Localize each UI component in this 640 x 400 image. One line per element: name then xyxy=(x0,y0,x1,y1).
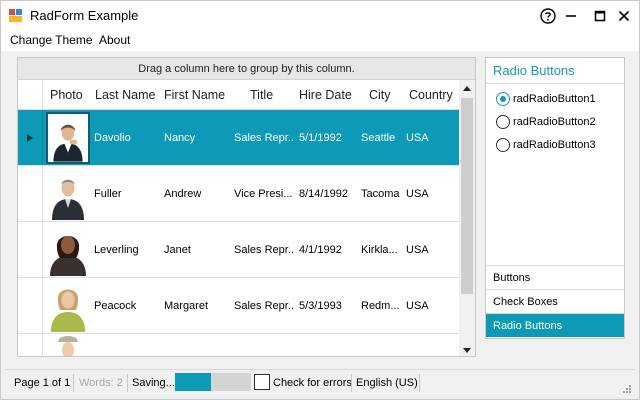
panel-bar: Radio Buttons radRadioButton1 radRadioBu… xyxy=(485,57,625,339)
app-icon xyxy=(9,9,22,22)
column-header-hire-date[interactable]: Hire Date xyxy=(299,80,352,110)
cell-last-name: Davolio xyxy=(94,132,131,144)
row-header[interactable] xyxy=(18,110,43,165)
column-header-city[interactable]: City xyxy=(369,80,391,110)
group-panel[interactable]: Drag a column here to group by this colu… xyxy=(18,58,475,80)
radio-label: radRadioButton1 xyxy=(513,93,596,105)
status-saving: Saving... xyxy=(132,377,175,389)
status-language: English (US) xyxy=(356,377,418,389)
cell-last-name: Peacock xyxy=(94,300,137,312)
employee-photo xyxy=(50,236,86,276)
table-row[interactable]: Peacock Margaret Sales Repr... 5/3/1993 … xyxy=(18,278,459,334)
check-errors-checkbox[interactable] xyxy=(254,374,270,390)
status-words: Words: 2 xyxy=(79,377,123,389)
radio-button-1[interactable]: radRadioButton1 xyxy=(496,92,596,106)
cell-hire-date: 5/1/1992 xyxy=(299,132,342,144)
panel-section-radio-buttons[interactable]: Radio Buttons xyxy=(486,313,624,337)
cell-country: USA xyxy=(406,188,429,200)
cell-last-name: Leverling xyxy=(94,244,139,256)
employee-photo xyxy=(51,289,85,332)
cell-title: Vice Presi... xyxy=(234,188,293,200)
grid-vertical-scrollbar[interactable] xyxy=(459,80,475,356)
status-bar: Page 1 of 1 Words: 2 Saving... Check for… xyxy=(6,369,634,395)
panel-section-buttons[interactable]: Buttons xyxy=(486,265,624,289)
cell-country: USA xyxy=(406,132,429,144)
size-grip-icon[interactable] xyxy=(620,382,632,394)
employee-photo xyxy=(52,179,84,220)
cell-city xyxy=(361,334,401,356)
status-separator xyxy=(351,374,352,392)
cell-title xyxy=(234,334,294,356)
column-header-country[interactable]: Country xyxy=(409,80,453,110)
column-header-photo[interactable]: Photo xyxy=(50,80,83,110)
employee-photo xyxy=(58,336,78,356)
panel-section-check-boxes[interactable]: Check Boxes xyxy=(486,289,624,313)
help-icon xyxy=(540,8,556,24)
cell-country: USA xyxy=(406,244,429,256)
scroll-up-arrow-icon[interactable] xyxy=(462,85,472,93)
cell-city: Tacoma xyxy=(361,188,400,200)
row-header[interactable] xyxy=(18,334,43,356)
data-grid[interactable]: Drag a column here to group by this colu… xyxy=(17,57,476,357)
status-separator xyxy=(73,374,74,392)
radio-label: radRadioButton3 xyxy=(513,139,596,151)
status-separator xyxy=(419,374,420,392)
title-bar: RadForm Example xyxy=(1,1,639,31)
cell-city: Kirkla... xyxy=(361,244,398,256)
cell-title: Sales Repr... xyxy=(234,244,294,256)
cell-first-name: Andrew xyxy=(164,188,202,200)
radio-label: radRadioButton2 xyxy=(513,116,596,128)
table-row[interactable]: Leverling Janet Sales Repr... 4/1/1992 K… xyxy=(18,222,459,278)
row-header[interactable] xyxy=(18,222,43,277)
menu-change-theme[interactable]: Change Theme xyxy=(10,33,93,47)
column-header-first-name[interactable]: First Name xyxy=(164,80,225,110)
close-button[interactable] xyxy=(609,1,639,31)
scrollbar-thumb[interactable] xyxy=(461,98,473,294)
table-row[interactable]: Davolio Nancy Sales Repr... 5/1/1992 Sea… xyxy=(18,110,459,166)
status-page: Page 1 of 1 xyxy=(14,377,71,389)
cell-country: USA xyxy=(406,300,429,312)
saving-progress-bar xyxy=(175,373,251,391)
check-errors-label[interactable]: Check for errors xyxy=(273,370,352,396)
cell-first-name: Nancy xyxy=(164,132,196,144)
cell-last-name: Fuller xyxy=(94,188,122,200)
row-header[interactable] xyxy=(18,166,43,221)
column-header-last-name[interactable]: Last Name xyxy=(95,80,155,110)
employee-photo xyxy=(46,112,90,164)
cell-hire-date: 5/3/1993 xyxy=(299,300,342,312)
radio-button-2[interactable]: radRadioButton2 xyxy=(496,115,596,129)
cell-title: Sales Repr... xyxy=(234,300,294,312)
close-icon xyxy=(618,10,630,22)
cell-city: Redm... xyxy=(361,300,400,312)
scroll-down-arrow-icon[interactable] xyxy=(462,346,472,354)
minimize-button[interactable] xyxy=(556,1,586,31)
row-header[interactable] xyxy=(18,278,43,333)
window-title: RadForm Example xyxy=(30,8,139,23)
cell-first-name: Janet xyxy=(164,244,191,256)
maximize-icon xyxy=(594,10,606,22)
cell-title: Sales Repr... xyxy=(234,132,294,144)
radio-unchecked-indicator xyxy=(496,115,510,129)
panel-title: Radio Buttons xyxy=(486,58,624,84)
row-indicator-icon xyxy=(27,134,33,142)
cell-hire-date: 4/1/1992 xyxy=(299,244,342,256)
column-header-title[interactable]: Title xyxy=(250,80,273,110)
header-row-indicator xyxy=(18,80,43,110)
radio-checked-indicator xyxy=(496,92,510,106)
minimize-icon xyxy=(566,15,576,17)
table-row[interactable]: Fuller Andrew Vice Presi... 8/14/1992 Ta… xyxy=(18,166,459,222)
cell-first-name: Margaret xyxy=(164,300,209,312)
grid-header-row: Photo Last Name First Name Title Hire Da… xyxy=(18,80,459,110)
progress-fill xyxy=(175,373,212,391)
menu-bar: Change Theme About xyxy=(1,31,639,51)
table-row[interactable] xyxy=(18,334,459,356)
cell-hire-date: 8/14/1992 xyxy=(299,188,348,200)
menu-about[interactable]: About xyxy=(99,33,130,47)
radio-unchecked-indicator xyxy=(496,138,510,152)
cell-city: Seattle xyxy=(361,132,396,144)
main-window: RadForm Example Change Theme About Drag … xyxy=(0,0,640,400)
radio-button-3[interactable]: radRadioButton3 xyxy=(496,138,596,152)
status-separator xyxy=(127,374,128,392)
